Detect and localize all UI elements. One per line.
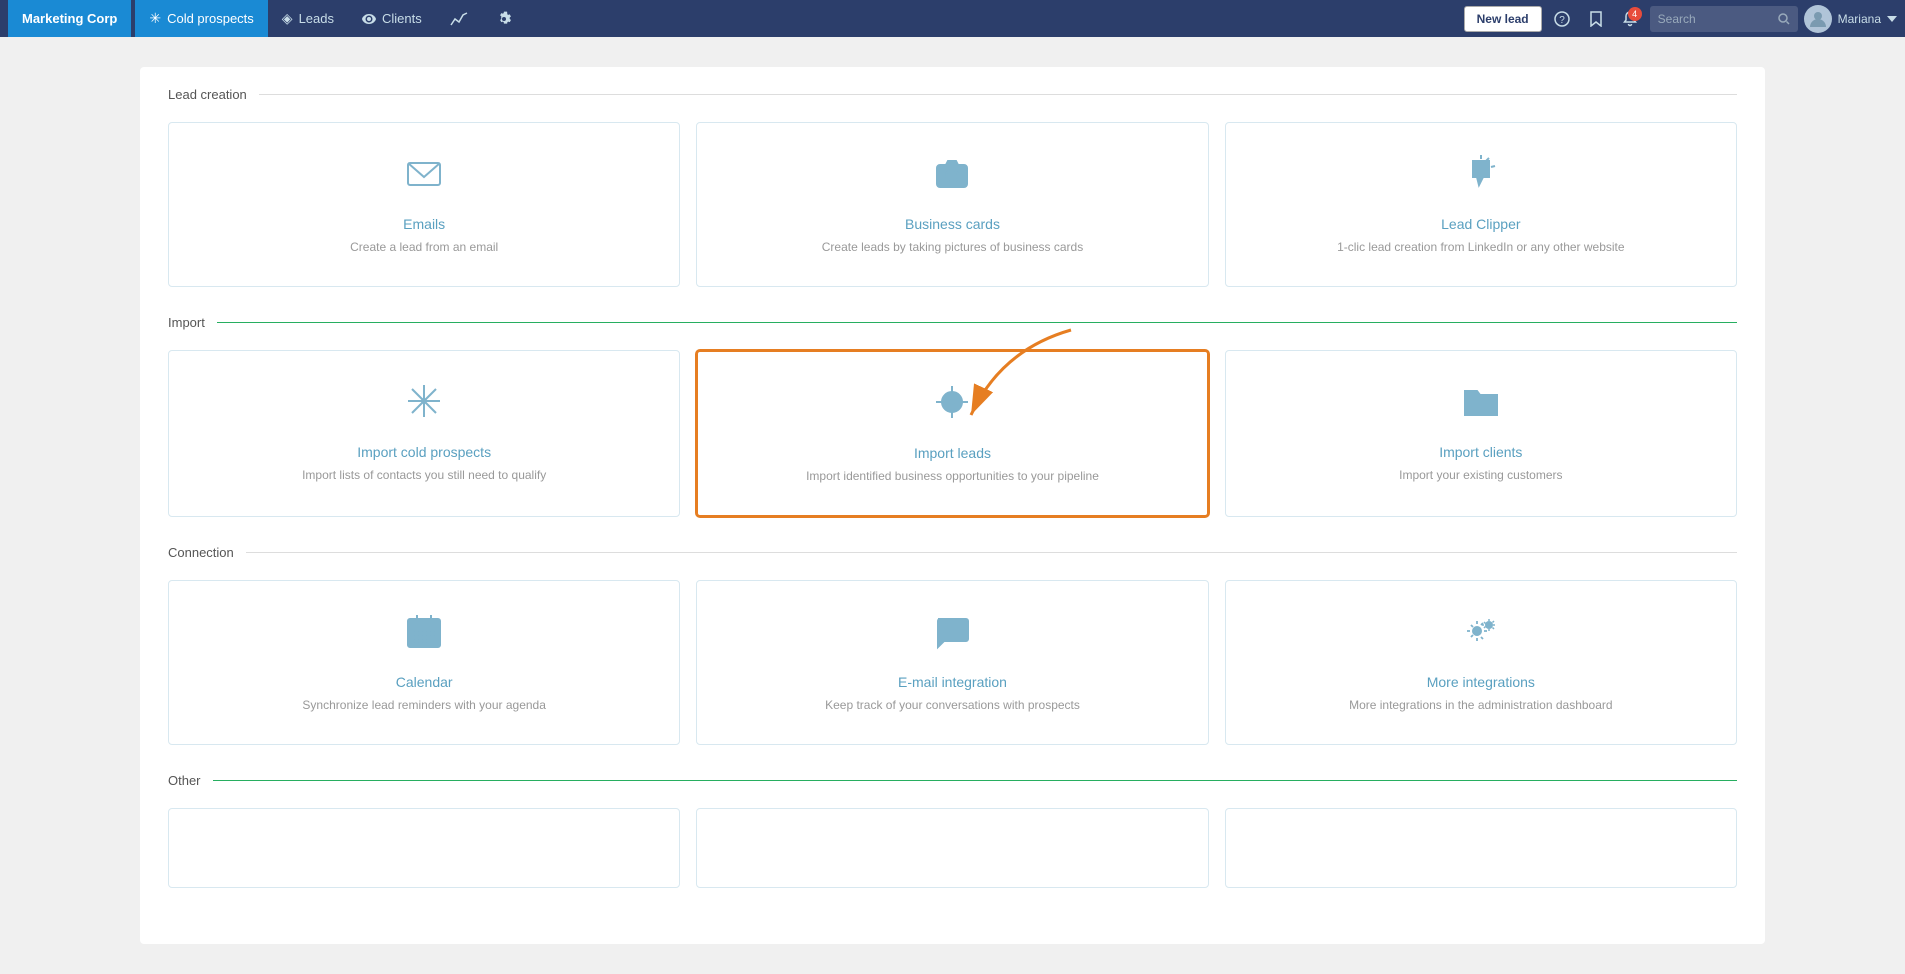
email-integration-title: E-mail integration (898, 674, 1007, 690)
emails-title: Emails (403, 216, 445, 232)
user-name: Mariana (1838, 12, 1881, 26)
import-section-title: Import (168, 315, 1737, 330)
card-calendar[interactable]: Calendar Synchronize lead reminders with… (168, 580, 680, 745)
business-cards-desc: Create leads by taking pictures of busin… (822, 238, 1083, 256)
nav-chart[interactable] (436, 0, 482, 37)
help-icon[interactable]: ? (1548, 5, 1576, 33)
snowflake-icon: ✳ (149, 10, 161, 27)
import-cold-title: Import cold prospects (357, 444, 491, 460)
lead-creation-section-title: Lead creation (168, 87, 1737, 102)
svg-text:?: ? (1559, 15, 1565, 26)
top-actions: New lead ? 4 Mariana (1464, 5, 1897, 33)
chat-icon (932, 611, 972, 660)
folder-icon (1461, 381, 1501, 430)
notifications-icon[interactable]: 4 (1616, 5, 1644, 33)
business-cards-title: Business cards (905, 216, 1000, 232)
connection-section-title: Connection (168, 545, 1737, 560)
bookmark-icon[interactable] (1582, 5, 1610, 33)
content-card: Lead creation Emails Create a lead from … (140, 67, 1765, 944)
gears-icon (1461, 611, 1501, 660)
card-import-leads[interactable]: Import leads Import identified business … (696, 350, 1208, 517)
emails-desc: Create a lead from an email (350, 238, 498, 256)
other-section-title: Other (168, 773, 1737, 788)
brand-logo[interactable]: Marketing Corp (8, 0, 131, 37)
nav-settings[interactable] (482, 0, 526, 37)
main-content: Lead creation Emails Create a lead from … (0, 37, 1905, 974)
connection-grid: Calendar Synchronize lead reminders with… (168, 580, 1737, 745)
card-lead-clipper[interactable]: Lead Clipper 1-clic lead creation from L… (1225, 122, 1737, 287)
calendar-desc: Synchronize lead reminders with your age… (302, 696, 545, 714)
search-icon (1778, 13, 1790, 25)
card-email-integration[interactable]: E-mail integration Keep track of your co… (696, 580, 1208, 745)
card-import-clients[interactable]: Import clients Import your existing cust… (1225, 350, 1737, 517)
card-import-cold-prospects[interactable]: Import cold prospects Import lists of co… (168, 350, 680, 517)
camera-icon (932, 153, 972, 202)
import-clients-title: Import clients (1439, 444, 1522, 460)
email-icon (404, 153, 444, 202)
import-cold-desc: Import lists of contacts you still need … (302, 466, 546, 484)
card-other-1[interactable] (168, 808, 680, 888)
new-lead-button[interactable]: New lead (1464, 6, 1542, 32)
nav-clients[interactable]: Clients (348, 0, 436, 37)
import-leads-desc: Import identified business opportunities… (806, 467, 1099, 485)
nav-leads[interactable]: ◈ Leads (268, 0, 348, 37)
avatar (1804, 5, 1832, 33)
import-leads-title: Import leads (914, 445, 991, 461)
chevron-down-icon (1887, 16, 1897, 22)
eye-icon (362, 11, 376, 27)
calendar-title: Calendar (396, 674, 453, 690)
card-other-2[interactable] (696, 808, 1208, 888)
top-navigation: Marketing Corp ✳ Cold prospects ◈ Leads … (0, 0, 1905, 37)
calendar-icon (404, 611, 444, 660)
more-integrations-desc: More integrations in the administration … (1349, 696, 1612, 714)
card-business-cards[interactable]: Business cards Create leads by taking pi… (696, 122, 1208, 287)
other-grid (168, 808, 1737, 888)
pointer-icon (1461, 153, 1501, 202)
notification-badge: 4 (1628, 7, 1642, 21)
user-menu[interactable]: Mariana (1804, 5, 1897, 33)
card-more-integrations[interactable]: More integrations More integrations in t… (1225, 580, 1737, 745)
import-grid: Import cold prospects Import lists of co… (168, 350, 1737, 517)
lead-clipper-title: Lead Clipper (1441, 216, 1520, 232)
snowflake-icon (404, 381, 444, 430)
search-box[interactable] (1650, 6, 1798, 32)
search-input[interactable] (1658, 12, 1778, 26)
lead-creation-grid: Emails Create a lead from an email Busin… (168, 122, 1737, 287)
crosshair-icon (932, 382, 972, 431)
card-emails[interactable]: Emails Create a lead from an email (168, 122, 680, 287)
lead-clipper-desc: 1-clic lead creation from LinkedIn or an… (1337, 238, 1624, 256)
import-clients-desc: Import your existing customers (1399, 466, 1562, 484)
leads-icon: ◈ (282, 10, 293, 27)
email-integration-desc: Keep track of your conversations with pr… (825, 696, 1080, 714)
nav-cold-prospects[interactable]: ✳ Cold prospects (135, 0, 267, 37)
card-other-3[interactable] (1225, 808, 1737, 888)
more-integrations-title: More integrations (1427, 674, 1535, 690)
